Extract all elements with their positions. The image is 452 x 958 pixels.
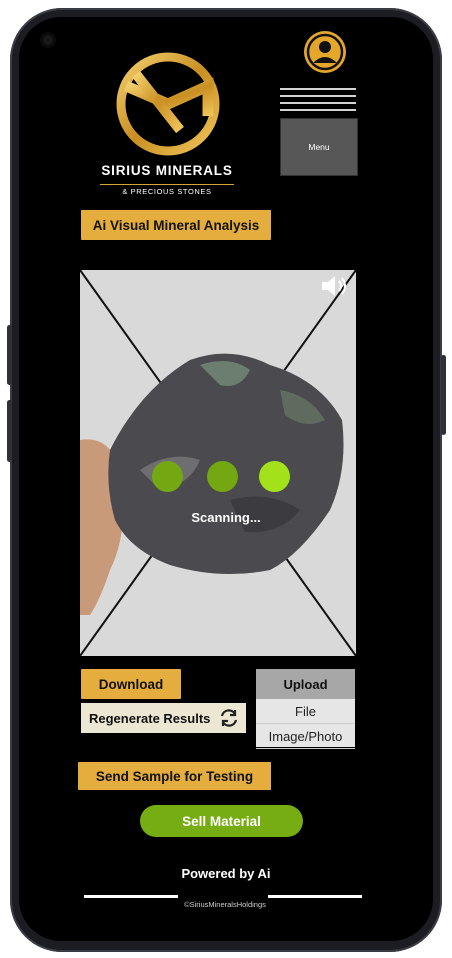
hamburger-icon[interactable] [280,88,356,116]
ai-analysis-button[interactable]: Ai Visual Mineral Analysis [81,210,271,240]
upload-file-option[interactable]: File [256,699,355,724]
profile-avatar[interactable] [304,31,346,73]
scan-dot-1 [152,461,183,492]
footer-divider-left [84,895,178,898]
user-icon [306,33,344,71]
scan-dot-2 [207,461,238,492]
upload-panel: Upload File Image/Photo [256,669,355,749]
brand-name: SIRIUS MINERALS [101,163,233,178]
volume-down-button [7,400,12,462]
powered-by-text: Powered by Ai [181,866,271,881]
speaker-icon[interactable] [320,273,350,299]
regenerate-label: Regenerate Results [89,710,211,726]
download-button[interactable]: Download [81,669,181,699]
upload-image-option[interactable]: Image/Photo [256,724,355,749]
copyright-text: ©SiriusMineralsHoldings [184,900,266,909]
footer-divider-right [268,895,362,898]
menu-button[interactable]: Menu [280,118,358,176]
refresh-icon [221,709,238,727]
regenerate-results-button[interactable]: Regenerate Results [81,703,246,733]
upload-title: Upload [256,669,355,699]
power-button [441,355,446,435]
brand-tagline: & PRECIOUS STONES [100,184,234,196]
send-sample-button[interactable]: Send Sample for Testing [78,762,271,790]
scan-dot-3 [259,461,290,492]
volume-up-button [7,325,12,385]
scan-status: Scanning... [191,510,261,525]
sell-material-button[interactable]: Sell Material [140,805,303,837]
front-camera [43,35,53,45]
